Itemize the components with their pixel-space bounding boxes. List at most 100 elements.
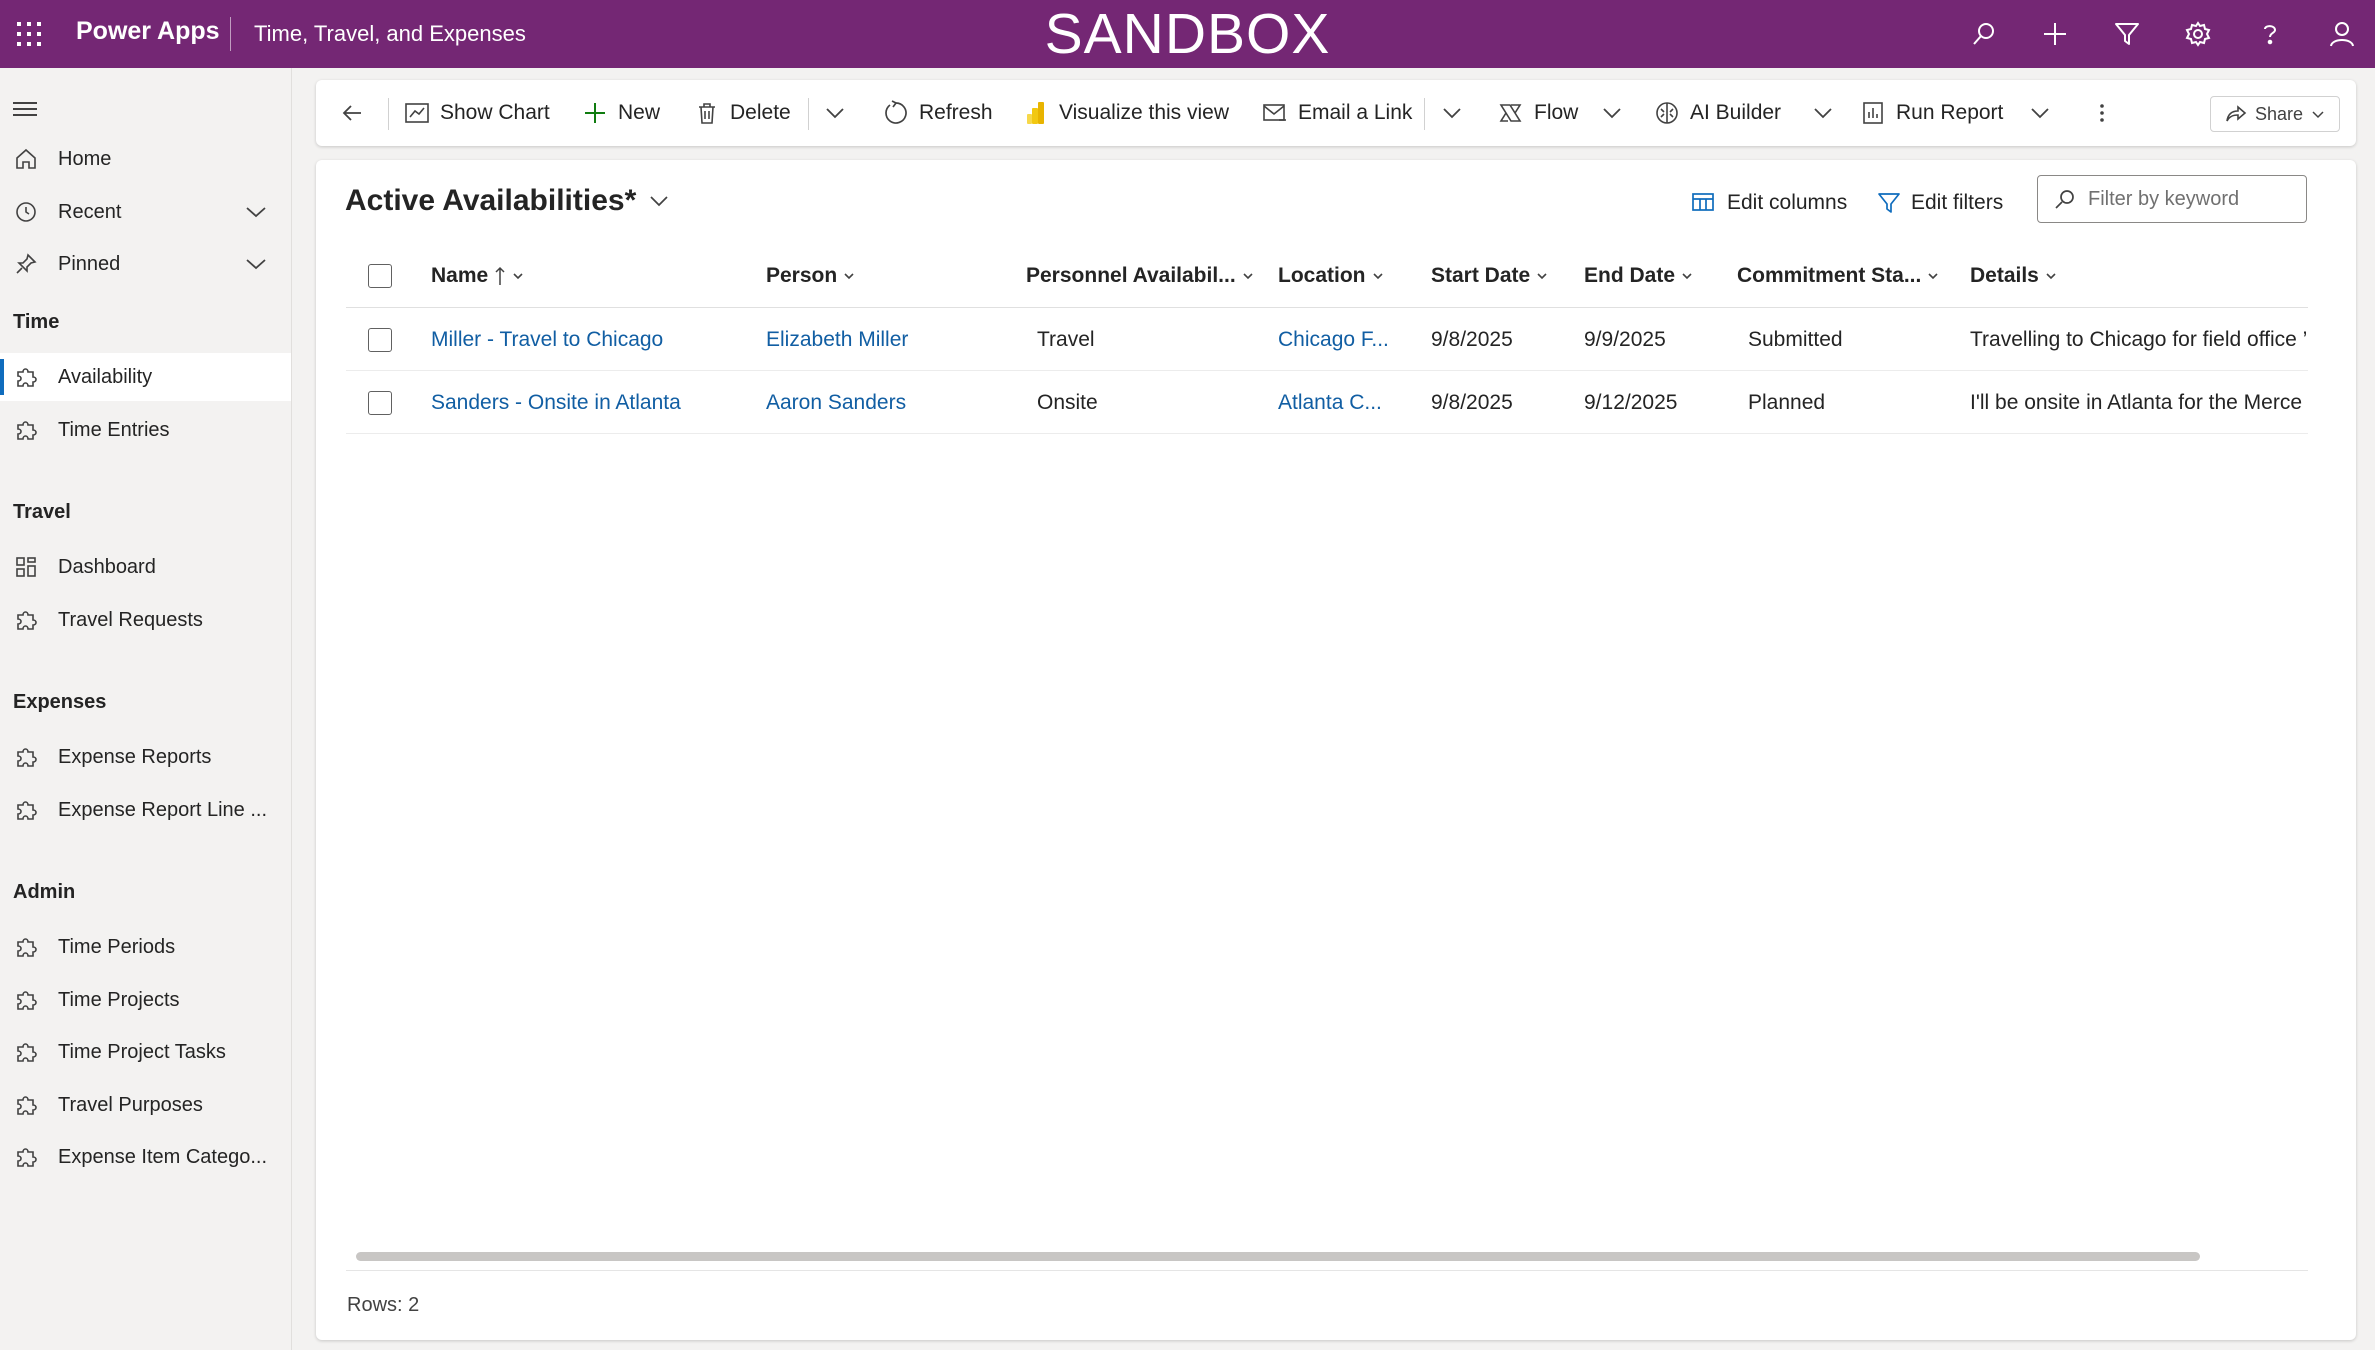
sidebar-item-time-periods[interactable]: Time Periods xyxy=(0,923,291,971)
search-icon[interactable] xyxy=(1966,16,2002,52)
command-divider xyxy=(808,98,809,130)
email-link-button[interactable]: Email a Link xyxy=(1261,80,1412,146)
column-header-details[interactable]: Details xyxy=(1970,244,2058,308)
records-grid: Name Person Personnel Availabil... Locat… xyxy=(346,244,2308,434)
horizontal-scrollbar[interactable] xyxy=(356,1252,2200,1261)
flow-label: Flow xyxy=(1534,101,1579,124)
sidebar-item-expense-report-lines[interactable]: Expense Report Line ... xyxy=(0,786,291,834)
show-chart-button[interactable]: Show Chart xyxy=(403,80,550,146)
location-link[interactable]: Atlanta C... xyxy=(1278,371,1418,434)
sidebar-item-travel-requests[interactable]: Travel Requests xyxy=(0,596,291,644)
puzzle-icon xyxy=(13,1039,39,1065)
column-header-location[interactable]: Location xyxy=(1278,244,1385,308)
run-report-button[interactable]: Run Report xyxy=(1859,80,2003,146)
sidebar-item-time-project-tasks[interactable]: Time Project Tasks xyxy=(0,1028,291,1076)
sidebar-item-expense-reports[interactable]: Expense Reports xyxy=(0,733,291,781)
column-header-label: Commitment Sta... xyxy=(1737,264,1922,287)
sidebar-item-time-entries[interactable]: Time Entries xyxy=(0,406,291,454)
filter-keyword-field[interactable] xyxy=(2037,175,2307,223)
chevron-down-icon xyxy=(511,269,525,283)
sidebar-item-travel-purposes[interactable]: Travel Purposes xyxy=(0,1081,291,1129)
new-button[interactable]: New xyxy=(581,80,660,146)
column-header-end-date[interactable]: End Date xyxy=(1584,244,1694,308)
clock-icon xyxy=(13,199,39,225)
column-header-name[interactable]: Name xyxy=(431,244,525,308)
column-header-start-date[interactable]: Start Date xyxy=(1431,244,1549,308)
refresh-button[interactable]: Refresh xyxy=(882,80,993,146)
puzzle-icon xyxy=(13,744,39,770)
sidebar-item-expense-item-categories[interactable]: Expense Item Catego... xyxy=(0,1133,291,1181)
puzzle-icon xyxy=(13,1144,39,1170)
delete-more-dropdown[interactable] xyxy=(821,80,858,146)
more-commands-button[interactable] xyxy=(2088,80,2125,146)
share-button[interactable]: Share xyxy=(2210,96,2340,132)
select-all-checkbox[interactable] xyxy=(368,264,392,288)
column-header-person[interactable]: Person xyxy=(766,244,856,308)
sidebar-item-availability[interactable]: Availability xyxy=(0,353,291,401)
nav-group-time: Time xyxy=(13,311,60,333)
puzzle-icon xyxy=(13,417,39,443)
nav-group-expenses: Expenses xyxy=(13,691,107,713)
email-more-dropdown[interactable] xyxy=(1438,80,1475,146)
chevron-down-icon xyxy=(1438,99,1466,127)
footer-divider xyxy=(346,1270,2308,1271)
column-header-label: End Date xyxy=(1584,264,1676,287)
sidebar-item-home[interactable]: Home xyxy=(0,135,291,183)
chevron-down-icon[interactable] xyxy=(241,197,271,227)
commitment-status-cell: Submitted xyxy=(1748,327,1843,351)
hamburger-icon[interactable] xyxy=(12,96,38,122)
user-avatar-icon[interactable] xyxy=(2324,16,2360,52)
puzzle-icon xyxy=(13,607,39,633)
visualize-view-button[interactable]: Visualize this view xyxy=(1022,80,1229,146)
row-checkbox[interactable] xyxy=(368,328,392,352)
row-checkbox[interactable] xyxy=(368,391,392,415)
delete-button[interactable]: Delete xyxy=(693,80,791,146)
sidebar-item-recent[interactable]: Recent xyxy=(0,188,291,236)
back-button[interactable] xyxy=(338,80,375,146)
chevron-down-icon xyxy=(842,269,856,283)
person-link[interactable]: Aaron Sanders xyxy=(766,371,1011,434)
help-icon[interactable] xyxy=(2252,16,2288,52)
grid-header-row: Name Person Personnel Availabil... Locat… xyxy=(346,244,2308,308)
flow-button[interactable]: Flow xyxy=(1497,80,1578,146)
share-icon xyxy=(2225,104,2247,124)
sidebar-item-label: Travel Requests xyxy=(58,608,203,631)
availability-cell: Travel xyxy=(1037,327,1095,351)
environment-label: SANDBOX xyxy=(1044,2,1331,66)
flow-dropdown[interactable] xyxy=(1598,80,1635,146)
add-icon[interactable] xyxy=(2037,16,2073,52)
chevron-down-icon[interactable] xyxy=(241,249,271,279)
person-link[interactable]: Elizabeth Miller xyxy=(766,308,1011,371)
table-row[interactable]: Sanders - Onsite in Atlanta Aaron Sander… xyxy=(346,371,2308,434)
table-row[interactable]: Miller - Travel to Chicago Elizabeth Mil… xyxy=(346,308,2308,371)
back-arrow-icon xyxy=(338,99,366,127)
record-name-link[interactable]: Miller - Travel to Chicago xyxy=(431,308,751,371)
ai-builder-button[interactable]: AI Builder xyxy=(1653,80,1781,146)
gear-icon[interactable] xyxy=(2180,16,2216,52)
delete-label: Delete xyxy=(730,101,791,124)
filter-icon xyxy=(1877,191,1901,215)
edit-columns-button[interactable]: Edit columns xyxy=(1691,186,1847,220)
pin-icon xyxy=(13,251,39,277)
start-date-cell: 9/8/2025 xyxy=(1431,327,1513,351)
top-bar: Power Apps Time, Travel, and Expenses SA… xyxy=(0,0,2375,68)
end-date-cell: 9/12/2025 xyxy=(1584,390,1678,414)
power-bi-icon xyxy=(1022,99,1050,127)
location-link[interactable]: Chicago F... xyxy=(1278,308,1418,371)
view-selector[interactable]: Active Availabilities* xyxy=(345,184,670,218)
sidebar-item-dashboard[interactable]: Dashboard xyxy=(0,543,291,591)
column-header-commitment-status[interactable]: Commitment Sta... xyxy=(1737,244,1940,308)
column-header-availability[interactable]: Personnel Availabil... xyxy=(1026,244,1255,308)
run-report-dropdown[interactable] xyxy=(2026,80,2063,146)
filter-icon[interactable] xyxy=(2109,16,2145,52)
ai-builder-dropdown[interactable] xyxy=(1809,80,1846,146)
record-name-link[interactable]: Sanders - Onsite in Atlanta xyxy=(431,371,751,434)
sidebar-item-time-projects[interactable]: Time Projects xyxy=(0,976,291,1024)
trash-icon xyxy=(693,99,721,127)
chevron-down-icon xyxy=(1535,269,1549,283)
edit-filters-button[interactable]: Edit filters xyxy=(1877,186,2003,220)
run-report-label: Run Report xyxy=(1896,101,2004,124)
email-link-label: Email a Link xyxy=(1298,101,1413,124)
filter-keyword-input[interactable] xyxy=(2088,187,2298,211)
sidebar-item-pinned[interactable]: Pinned xyxy=(0,240,291,288)
